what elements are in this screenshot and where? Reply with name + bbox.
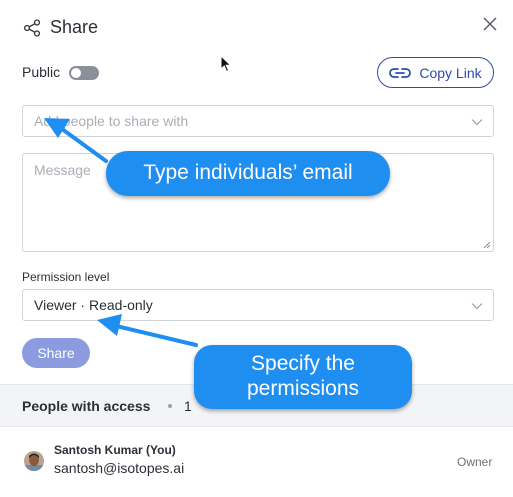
link-icon <box>389 67 412 78</box>
public-toggle[interactable] <box>69 66 99 80</box>
copy-link-button[interactable]: Copy Link <box>377 57 494 88</box>
message-placeholder: Message <box>34 162 91 178</box>
share-button[interactable]: Share <box>22 338 90 368</box>
copy-link-label: Copy Link <box>419 64 482 81</box>
toggle-knob <box>71 68 81 78</box>
chevron-down-icon <box>471 119 483 126</box>
callout-email: Type individuals’ email <box>106 151 390 196</box>
separator-dot <box>168 404 172 408</box>
user-role: Owner <box>457 455 493 469</box>
public-label: Public <box>22 64 61 80</box>
share-dialog: Share Public Copy Link Add people to sha… <box>0 0 513 497</box>
resize-grip-icon[interactable] <box>483 241 491 249</box>
callout-permissions: Specify the permissions <box>194 345 412 409</box>
chevron-down-icon <box>471 303 483 310</box>
add-people-input[interactable]: Add people to share with <box>22 105 494 137</box>
permission-label: Permission level <box>22 270 110 284</box>
mouse-pointer-icon <box>220 55 232 73</box>
add-people-placeholder: Add people to share with <box>34 113 189 129</box>
user-email: santosh@isotopes.ai <box>54 460 185 476</box>
permission-select[interactable]: Viewer · Read-only <box>22 289 494 321</box>
user-name: Santosh Kumar (You) <box>54 443 176 457</box>
access-count: 1 <box>184 398 192 414</box>
access-title: People with access <box>22 398 151 414</box>
dialog-title: Share <box>50 17 99 37</box>
permission-value: Viewer · Read-only <box>34 297 153 313</box>
avatar <box>24 451 44 471</box>
close-icon[interactable] <box>482 16 498 32</box>
arrow-perm-line <box>114 324 198 347</box>
share-icon <box>23 19 41 37</box>
